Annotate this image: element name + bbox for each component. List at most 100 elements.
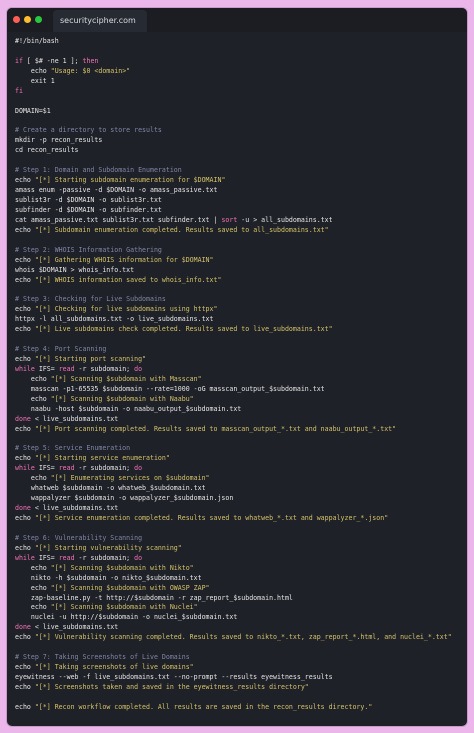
code-line: subfinder -d $DOMAIN -o subfinder.txt — [15, 206, 463, 216]
code-token: nuclei -u http://$subdomain -o nuclei_$s… — [15, 613, 238, 622]
code-line: amass enum -passive -d $DOMAIN -o amass_… — [15, 186, 463, 196]
code-token: < live_subdomains.txt — [30, 623, 119, 632]
code-token: IFS= — [34, 464, 59, 473]
code-token: # Step 4: Port Scanning — [15, 345, 107, 354]
code-line: echo "[*] Starting port scanning" — [15, 355, 463, 365]
code-token: IFS= — [34, 553, 59, 562]
code-line: echo "[*] Screenshots taken and saved in… — [15, 683, 463, 693]
code-token: "[*] Enumerating services on $subdomain" — [50, 474, 210, 483]
code-token: "[*] Recon workflow completed. All resul… — [34, 702, 373, 711]
code-token: whois $DOMAIN > whois_info.txt — [15, 265, 135, 274]
code-line: whois $DOMAIN > whois_info.txt — [15, 266, 463, 276]
code-token: "[*] WHOIS information saved to whois_in… — [34, 275, 222, 284]
code-line: # Step 2: WHOIS Information Gathering — [15, 246, 463, 256]
code-token: # Step 5: Service Enumeration — [15, 444, 131, 453]
code-line: echo "[*] Subdomain enumeration complete… — [15, 226, 463, 236]
code-token: exit 1 — [15, 76, 55, 85]
code-token: # Step 7: Taking Screenshots of Live Dom… — [15, 653, 190, 662]
code-token: -u > all_subdomains.txt — [237, 215, 333, 224]
code-token: echo — [15, 275, 35, 284]
code-token: "[*] Scanning $subdomain with Nikto" — [50, 563, 194, 572]
code-line: echo "[*] Starting subdomain enumeration… — [15, 176, 463, 186]
tab-title[interactable]: securitycipher.com — [53, 10, 147, 32]
code-token: "[*] Scanning $subdomain with Nuclei" — [50, 603, 198, 612]
code-token: # Step 2: WHOIS Information Gathering — [15, 245, 162, 254]
code-token: "[*] Scanning $subdomain with OWASP ZAP" — [50, 583, 210, 592]
code-token: wappalyzer $subdomain -o wappalyzer_$sub… — [15, 494, 234, 503]
code-token: echo — [15, 355, 35, 363]
close-dot[interactable] — [13, 16, 20, 23]
minimize-dot[interactable] — [24, 16, 31, 23]
code-token: "[*] Starting vulnerability scanning" — [34, 543, 182, 552]
code-token: echo — [15, 543, 35, 552]
code-token: -r subdomain; — [74, 464, 135, 473]
code-token: subfinder -d $DOMAIN -o subfinder.txt — [15, 205, 162, 214]
code-line: nuclei -u http://$subdomain -o nuclei_$s… — [15, 613, 463, 623]
code-line: echo "[*] Recon workflow completed. All … — [15, 703, 463, 713]
code-line: done < live_subdomains.txt — [15, 504, 463, 514]
code-token: echo — [15, 663, 35, 672]
code-line: DOMAIN=$1 — [15, 107, 463, 117]
code-token: # Create a directory to store results — [15, 126, 162, 135]
code-line: # Step 1: Domain and Subdomain Enumerati… — [15, 166, 463, 176]
code-token: < live_subdomains.txt — [30, 414, 119, 423]
window-controls — [13, 16, 42, 23]
code-line: # Step 4: Port Scanning — [15, 345, 463, 355]
code-line: while IFS= read -r subdomain; do — [15, 365, 463, 375]
code-line: echo "[*] Starting vulnerability scannin… — [15, 544, 463, 554]
code-token: "[*] Starting port scanning" — [34, 355, 147, 363]
code-line: done < live_subdomains.txt — [15, 623, 463, 633]
code-line: fi — [15, 87, 463, 97]
code-line: while IFS= read -r subdomain; do — [15, 554, 463, 564]
code-line: naabu -host $subdomain -o naabu_output_$… — [15, 405, 463, 415]
code-line: echo "[*] Checking for live subdomains u… — [15, 305, 463, 315]
code-token: -r subdomain; — [74, 364, 135, 373]
code-token: echo — [15, 424, 35, 433]
code-line: # Step 5: Service Enumeration — [15, 444, 463, 454]
code-token: "[*] Taking screenshots of live domains" — [34, 663, 194, 672]
code-line: cd recon_results — [15, 146, 463, 156]
code-token: echo — [15, 454, 35, 463]
code-token: "[*] Vulnerability scanning completed. R… — [34, 633, 452, 642]
code-line: # Step 7: Taking Screenshots of Live Dom… — [15, 653, 463, 663]
code-token: echo — [15, 474, 51, 483]
code-token: fi — [15, 86, 23, 95]
code-token: cd recon_results — [15, 146, 79, 155]
maximize-dot[interactable] — [35, 16, 42, 23]
code-token: read — [58, 464, 75, 473]
code-token: "[*] Gathering WHOIS information for $DO… — [34, 255, 214, 264]
code-token: "[*] Starting service enumeration" — [34, 454, 170, 463]
code-token: done — [15, 504, 31, 513]
code-token: echo — [15, 514, 35, 522]
code-line: if [ $# -ne 1 ]; then — [15, 57, 463, 67]
code-line: echo "[*] Scanning $subdomain with Nikto… — [15, 564, 463, 574]
code-token: while — [15, 553, 35, 562]
code-line: # Step 3: Checking for Live Subdomains — [15, 295, 463, 305]
code-line: echo "[*] Vulnerability scanning complet… — [15, 633, 463, 643]
code-editor[interactable]: #!/bin/bash if [ $# -ne 1 ]; then echo "U… — [15, 37, 463, 726]
code-token: if — [15, 56, 23, 65]
code-token: "[*] Screenshots taken and saved in the … — [34, 682, 309, 691]
code-token: while — [15, 464, 35, 473]
code-token: #!/bin/bash — [15, 37, 59, 45]
code-line: wappalyzer $subdomain -o wappalyzer_$sub… — [15, 494, 463, 504]
code-line: done < live_subdomains.txt — [15, 415, 463, 425]
code-token: "[*] Scanning $subdomain with Masscan" — [50, 374, 202, 383]
code-line: echo "[*] Port scanning completed. Resul… — [15, 425, 463, 435]
code-token: echo — [15, 702, 35, 711]
code-token: # Step 6: Vulnerability Scanning — [15, 533, 143, 542]
code-token: while — [15, 364, 35, 373]
code-line: echo "[*] Service enumeration completed.… — [15, 514, 463, 524]
code-line: # Step 6: Vulnerability Scanning — [15, 534, 463, 544]
code-token: then — [82, 56, 99, 65]
code-token: echo — [15, 374, 51, 383]
code-line: nikto -h $subdomain -o nikto_$subdomain.… — [15, 574, 463, 584]
code-line: echo "[*] Starting service enumeration" — [15, 454, 463, 464]
